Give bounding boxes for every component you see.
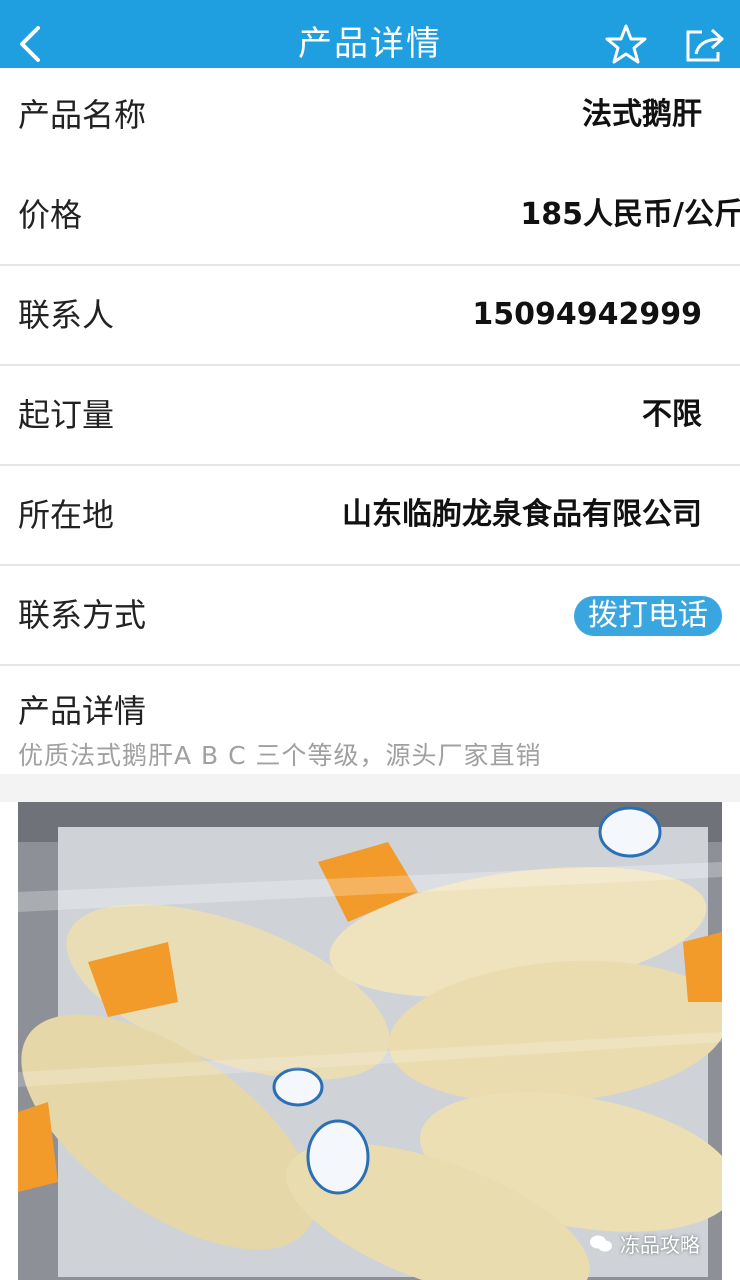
watermark: 冻品攻略	[590, 1229, 700, 1258]
product-detail-section: 产品详情 优质法式鹅肝A B C 三个等级，源头厂家直销	[0, 664, 740, 774]
price-label: 价格	[18, 196, 83, 234]
wechat-icon	[590, 1235, 612, 1251]
star-icon[interactable]	[604, 22, 648, 66]
contact-person-value: 15094942999	[472, 297, 702, 332]
product-name-label: 产品名称	[18, 96, 147, 134]
product-name-value: 法式鹅肝	[582, 97, 702, 132]
watermark-text: 冻品攻略	[620, 1233, 700, 1257]
section-divider	[0, 774, 740, 802]
min-order-row: 起订量 不限	[0, 366, 740, 466]
contact-person-row: 联系人 15094942999	[0, 266, 740, 366]
contact-method-label: 联系方式	[18, 596, 147, 634]
location-label: 所在地	[18, 496, 115, 534]
min-order-value: 不限	[642, 397, 702, 432]
product-photo[interactable]: 冻品攻略	[18, 802, 722, 1280]
call-button[interactable]: 拨打电话	[574, 596, 722, 636]
product-name-row: 产品名称 法式鹅肝	[0, 68, 740, 168]
product-detail-description: 优质法式鹅肝A B C 三个等级，源头厂家直销	[18, 741, 542, 770]
location-row: 所在地 山东临朐龙泉食品有限公司	[0, 466, 740, 566]
price-row: 价格 185人民币/公斤	[0, 166, 740, 266]
contact-method-row: 联系方式 拨打电话	[0, 566, 740, 666]
min-order-label: 起订量	[18, 396, 115, 434]
contact-person-label: 联系人	[18, 296, 115, 334]
product-detail-heading: 产品详情	[18, 692, 147, 730]
price-value: 185人民币/公斤	[520, 197, 740, 232]
location-value: 山东临朐龙泉食品有限公司	[342, 497, 702, 532]
product-photo-image	[18, 802, 722, 1280]
share-icon[interactable]	[682, 22, 726, 66]
